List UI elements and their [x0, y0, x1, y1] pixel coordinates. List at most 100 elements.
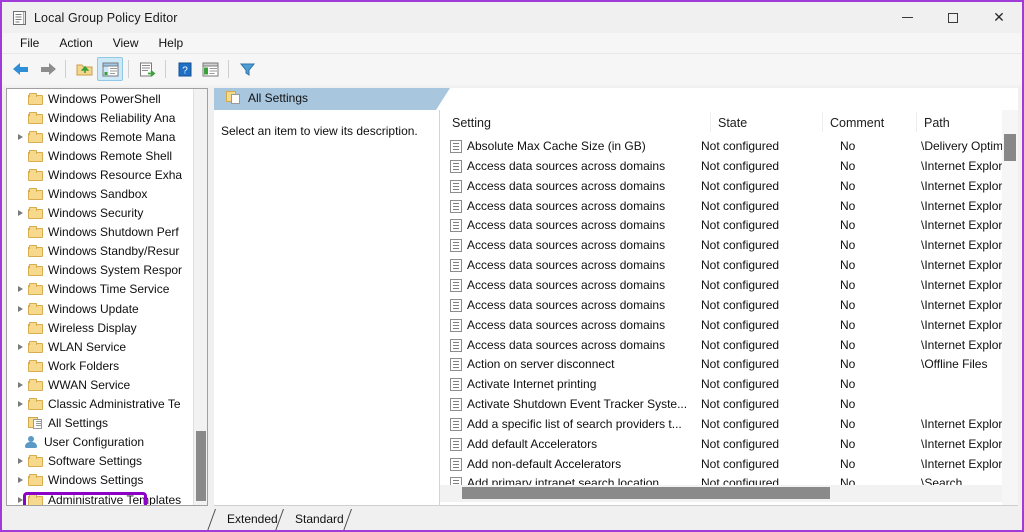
filter-button[interactable] [234, 57, 260, 81]
column-header-setting[interactable]: Setting [452, 116, 491, 130]
tree-item-all-settings[interactable]: All Settings [7, 414, 193, 433]
table-row[interactable]: Access data sources across domains Not co… [440, 256, 1018, 276]
table-row[interactable]: Add a specific list of search providers … [440, 415, 1018, 435]
show-hide-action-pane-button[interactable] [197, 57, 223, 81]
console-tree-icon [102, 62, 119, 77]
tree-item-wireless-display[interactable]: Wireless Display [7, 318, 193, 337]
expand-chevron-icon[interactable] [13, 337, 28, 356]
tree-item-windows-update[interactable]: Windows Update [7, 299, 193, 318]
list-vertical-scrollbar[interactable] [1002, 110, 1018, 524]
cell-setting: Access data sources across domains [467, 337, 666, 352]
toolbar-separator [65, 60, 66, 78]
folder-icon [28, 474, 43, 487]
table-row[interactable]: Access data sources across domains Not co… [440, 316, 1018, 336]
tree-item-windows-remote-mana[interactable]: Windows Remote Mana [7, 127, 193, 146]
table-row[interactable]: Absolute Max Cache Size (in GB) Not confi… [440, 137, 1018, 157]
up-one-level-button[interactable] [71, 57, 97, 81]
tree-item-classic-administrative-te[interactable]: Classic Administrative Te [7, 395, 193, 414]
cell-comment: No [840, 397, 856, 412]
tree-item-work-folders[interactable]: Work Folders [7, 356, 193, 375]
expand-chevron-icon[interactable] [13, 452, 28, 471]
tab-standard[interactable]: Standard [283, 509, 347, 528]
list-vertical-scroll-thumb[interactable] [1004, 134, 1016, 161]
chevron-right-icon [18, 133, 23, 140]
show-hide-console-tree-button[interactable] [97, 57, 123, 81]
tree-item-windows-security[interactable]: Windows Security [7, 204, 193, 223]
menu-item-action[interactable]: Action [49, 34, 102, 52]
table-row[interactable]: Access data sources across domains Not co… [440, 157, 1018, 177]
tree-item-windows-resource-exha[interactable]: Windows Resource Exha [7, 165, 193, 184]
tree-item-windows-shutdown-perf[interactable]: Windows Shutdown Perf [7, 223, 193, 242]
table-row[interactable]: Activate Internet printing Not configured… [440, 375, 1018, 395]
cell-comment: No [840, 337, 856, 352]
tree-vertical-scroll-thumb[interactable] [196, 431, 206, 501]
cell-state: Not configured [701, 218, 780, 233]
tree-item-windows-time-service[interactable]: Windows Time Service [7, 280, 193, 299]
tree-item-windows-reliability-ana[interactable]: Windows Reliability Ana [7, 108, 193, 127]
cell-path: \Internet Explorer [921, 198, 1014, 213]
list-horizontal-scrollbar[interactable] [440, 485, 1002, 502]
table-row[interactable]: Add non-default Accelerators Not configur… [440, 455, 1018, 475]
expand-chevron-icon[interactable] [13, 299, 28, 318]
column-divider[interactable] [710, 112, 711, 132]
cell-path: \Internet Explorer [921, 456, 1014, 471]
column-header-comment[interactable]: Comment [830, 116, 884, 130]
tree-item-windows-settings[interactable]: Windows Settings [7, 471, 193, 490]
cell-path: \Offline Files [921, 357, 988, 372]
table-row[interactable]: Access data sources across domains Not co… [440, 336, 1018, 356]
tree-item-windows-remote-shell[interactable]: Windows Remote Shell [7, 146, 193, 165]
expand-chevron-icon[interactable] [13, 280, 28, 299]
tree-item-windows-powershell[interactable]: Windows PowerShell [7, 89, 193, 108]
table-row[interactable]: Access data sources across domains Not co… [440, 177, 1018, 197]
policy-setting-icon [450, 318, 462, 332]
tab-extended[interactable]: Extended [215, 509, 281, 528]
tree-item-administrative-templates[interactable]: Administrative Templates [7, 490, 193, 505]
column-divider[interactable] [916, 112, 917, 132]
export-list-button[interactable] [134, 57, 160, 81]
tree-item-windows-sandbox[interactable]: Windows Sandbox [7, 184, 193, 203]
forward-button[interactable] [34, 57, 60, 81]
table-row[interactable]: Access data sources across domains Not co… [440, 197, 1018, 217]
tree-item-software-settings[interactable]: Software Settings [7, 452, 193, 471]
column-header-state[interactable]: State [718, 116, 747, 130]
tree-item-windows-system-respor[interactable]: Windows System Respor [7, 261, 193, 280]
table-row[interactable]: Access data sources across domains Not co… [440, 216, 1018, 236]
policy-setting-icon [450, 338, 462, 352]
tree-item-label: Windows Time Service [48, 282, 170, 297]
column-header-path[interactable]: Path [924, 116, 950, 130]
column-divider[interactable] [822, 112, 823, 132]
expand-chevron-icon[interactable] [13, 204, 28, 223]
table-row[interactable]: Add default Accelerators Not configured No… [440, 435, 1018, 455]
table-row[interactable]: Access data sources across domains Not co… [440, 296, 1018, 316]
expand-chevron-icon[interactable] [13, 375, 28, 394]
tree-item-windows-standby-resur[interactable]: Windows Standby/Resur [7, 242, 193, 261]
table-row[interactable]: Access data sources across domains Not co… [440, 236, 1018, 256]
menu-item-help[interactable]: Help [149, 34, 194, 52]
cell-setting: Access data sources across domains [467, 258, 666, 273]
tree-vertical-scrollbar[interactable] [193, 89, 207, 505]
expand-chevron-icon[interactable] [13, 490, 28, 505]
menu-item-file[interactable]: File [10, 34, 49, 52]
close-button[interactable]: ✕ [976, 2, 1022, 33]
tree-item-wlan-service[interactable]: WLAN Service [7, 337, 193, 356]
list-horizontal-scroll-thumb[interactable] [462, 487, 830, 499]
folder-icon [28, 111, 43, 124]
tree-item-wwan-service[interactable]: WWAN Service [7, 375, 193, 394]
maximize-button[interactable] [930, 2, 976, 33]
minimize-button[interactable] [884, 2, 930, 33]
back-button[interactable] [8, 57, 34, 81]
tree-list[interactable]: Windows PowerShell Windows Reliability An… [7, 89, 193, 505]
table-row[interactable]: Access data sources across domains Not co… [440, 276, 1018, 296]
policy-setting-icon [450, 358, 462, 372]
table-row[interactable]: Activate Shutdown Event Tracker Syste...… [440, 395, 1018, 415]
expand-chevron-icon[interactable] [13, 127, 28, 146]
help-button[interactable]: ? [171, 57, 197, 81]
settings-rows[interactable]: Absolute Max Cache Size (in GB) Not confi… [440, 137, 1018, 507]
menu-item-view[interactable]: View [103, 34, 149, 52]
expand-chevron-icon[interactable] [13, 395, 28, 414]
cell-setting: Access data sources across domains [467, 317, 666, 332]
tree-item-user-configuration[interactable]: User Configuration [7, 433, 193, 452]
expand-chevron-icon[interactable] [13, 471, 28, 490]
table-row[interactable]: Action on server disconnect Not configure… [440, 355, 1018, 375]
